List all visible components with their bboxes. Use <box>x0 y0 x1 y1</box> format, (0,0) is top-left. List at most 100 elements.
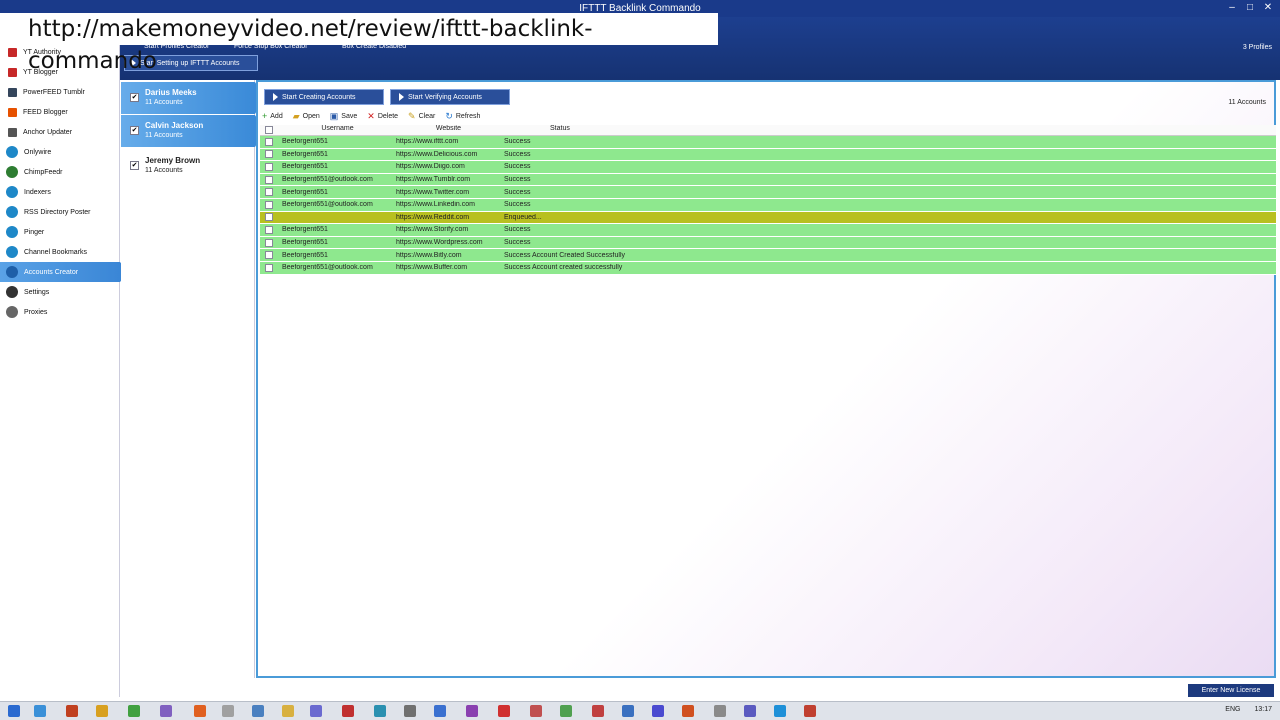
youtube-icon <box>8 67 17 77</box>
column-status[interactable]: Status <box>501 125 1276 135</box>
table-row[interactable]: https://www.Reddit.com Enqueued... <box>260 211 1276 225</box>
delete-button[interactable]: ✕ Delete <box>367 110 398 122</box>
profile-count: 11 Accounts <box>145 132 183 139</box>
row-checkbox[interactable] <box>265 251 273 260</box>
cell-website: https://www.Diigo.com <box>396 163 465 171</box>
sidebar-item-anchor-updater[interactable]: Anchor Updater <box>0 122 120 142</box>
ie-icon[interactable] <box>34 705 46 717</box>
row-select-cell <box>260 213 278 222</box>
app-icon[interactable] <box>744 705 756 717</box>
sidebar-item-rss-directory-poster[interactable]: RSS Directory Poster <box>0 202 120 222</box>
sidebar-item-accounts-creator[interactable]: Accounts Creator <box>0 262 128 282</box>
select-all-checkbox[interactable] <box>265 126 273 134</box>
row-checkbox[interactable] <box>265 162 273 171</box>
profile-checkbox[interactable]: ✔ <box>130 93 139 102</box>
app-icon[interactable] <box>652 705 664 717</box>
maximize-icon[interactable]: □ <box>1244 2 1256 14</box>
app-icon[interactable] <box>66 705 78 717</box>
enter-license-button[interactable]: Enter New License <box>1188 684 1274 697</box>
app-icon[interactable] <box>804 705 816 717</box>
refresh-label: Refresh <box>455 112 481 120</box>
row-checkbox[interactable] <box>265 150 273 159</box>
language-indicator[interactable]: ENG <box>1225 706 1240 713</box>
close-icon[interactable]: ✕ <box>1262 2 1274 14</box>
plus-icon: + <box>262 110 268 121</box>
skype-icon[interactable] <box>774 705 786 717</box>
start-verifying-button[interactable]: Start Verifying Accounts <box>390 89 510 105</box>
tumblr-icon <box>8 87 17 97</box>
sidebar-item-label: Onlywire <box>24 148 52 156</box>
table-row[interactable]: Beeforgent651 https://www.Twitter.com Succ… <box>260 186 1276 199</box>
sidebar-item-channel-bookmarks[interactable]: Channel Bookmarks <box>0 242 120 262</box>
row-checkbox[interactable] <box>265 200 273 209</box>
app-icon[interactable] <box>498 705 510 717</box>
table-row[interactable]: Beeforgent651 https://www.Delicious.com Su… <box>260 148 1276 162</box>
save-button[interactable]: ▣ Save <box>330 110 357 122</box>
table-row[interactable]: Beeforgent651 https://www.Storify.com Succ… <box>260 224 1276 237</box>
start-icon[interactable] <box>8 705 20 717</box>
chrome-icon[interactable] <box>96 705 108 717</box>
select-all-cell <box>260 125 278 135</box>
folder-icon[interactable] <box>282 705 294 717</box>
profile-calvin-jackson[interactable]: ✔ Calvin Jackson 11 Accounts <box>121 115 265 147</box>
sidebar-item-settings[interactable]: Settings <box>0 282 120 302</box>
sidebar-item-onlywire[interactable]: Onlywire <box>0 142 120 162</box>
row-checkbox[interactable] <box>265 137 273 146</box>
minimize-icon[interactable]: – <box>1226 2 1238 14</box>
app-icon[interactable] <box>560 705 572 717</box>
app-icon[interactable] <box>682 705 694 717</box>
sidebar-item-chimpfeedr[interactable]: ChimpFeedr <box>0 162 120 182</box>
app-icon[interactable] <box>530 705 542 717</box>
row-checkbox[interactable] <box>265 175 273 184</box>
table-row[interactable]: Beeforgent651 https://www.Bitly.com Succes… <box>260 249 1276 262</box>
sidebar-item-label: Pinger <box>24 228 45 236</box>
table-row[interactable]: Beeforgent651@outlook.com https://www.Buf… <box>260 261 1276 275</box>
app-icon[interactable] <box>434 705 446 717</box>
app-icon[interactable] <box>128 705 140 717</box>
app-icon[interactable] <box>252 705 264 717</box>
app-icon[interactable] <box>714 705 726 717</box>
app-icon[interactable] <box>466 705 478 717</box>
app-icon[interactable] <box>310 705 322 717</box>
row-checkbox[interactable] <box>265 213 273 222</box>
add-button[interactable]: + Add <box>262 110 283 122</box>
app-icon[interactable] <box>592 705 604 717</box>
row-checkbox[interactable] <box>265 188 273 197</box>
profile-name: Calvin Jackson <box>145 121 204 130</box>
profile-jeremy-brown[interactable]: ✔ Jeremy Brown 11 Accounts <box>121 150 255 182</box>
table-row[interactable]: Beeforgent651 https://www.ifttt.com Succes… <box>260 136 1276 149</box>
row-checkbox[interactable] <box>265 225 273 234</box>
open-button[interactable]: ▰ Open <box>293 110 320 122</box>
table-row[interactable]: Beeforgent651@outlook.com https://www.Lin… <box>260 198 1276 212</box>
clock[interactable]: 13:17 <box>1254 706 1272 713</box>
sidebar-item-powerfeed-tumblr[interactable]: PowerFEED Tumblr <box>0 82 120 102</box>
sidebar-item-pinger[interactable]: Pinger <box>0 222 120 242</box>
bookmarks-icon <box>6 246 18 258</box>
accounts-grid: Username Website Status Beeforgent651 htt… <box>260 125 1276 275</box>
column-username[interactable]: Username <box>278 125 393 135</box>
refresh-button[interactable]: ↻ Refresh <box>445 110 480 122</box>
table-row[interactable]: Beeforgent651 https://www.Wordpress.com Su… <box>260 236 1276 250</box>
app-icon[interactable] <box>194 705 206 717</box>
sidebar-item-feed-blogger[interactable]: FEED Blogger <box>0 102 120 122</box>
clear-button[interactable]: ✎ Clear <box>408 110 435 122</box>
app-icon[interactable] <box>404 705 416 717</box>
table-row[interactable]: Beeforgent651@outlook.com https://www.Tum… <box>260 173 1276 187</box>
row-checkbox[interactable] <box>265 238 273 247</box>
profile-checkbox[interactable]: ✔ <box>130 161 139 170</box>
profile-darius-meeks[interactable]: ✔ Darius Meeks 11 Accounts <box>121 82 265 114</box>
row-checkbox[interactable] <box>265 263 273 272</box>
app-icon[interactable] <box>342 705 354 717</box>
app-icon[interactable] <box>374 705 386 717</box>
sidebar-item-indexers[interactable]: Indexers <box>0 182 120 202</box>
table-row[interactable]: Beeforgent651 https://www.Diigo.com Succes… <box>260 161 1276 174</box>
column-website[interactable]: Website <box>393 125 501 135</box>
app-icon[interactable] <box>160 705 172 717</box>
profile-checkbox[interactable]: ✔ <box>130 126 139 135</box>
cell-website: https://www.Delicious.com <box>396 150 478 158</box>
app-icon[interactable] <box>622 705 634 717</box>
cell-status: Success <box>504 138 531 146</box>
app-icon[interactable] <box>222 705 234 717</box>
start-creating-button[interactable]: Start Creating Accounts <box>264 89 384 105</box>
sidebar-item-proxies[interactable]: Proxies <box>0 302 120 322</box>
